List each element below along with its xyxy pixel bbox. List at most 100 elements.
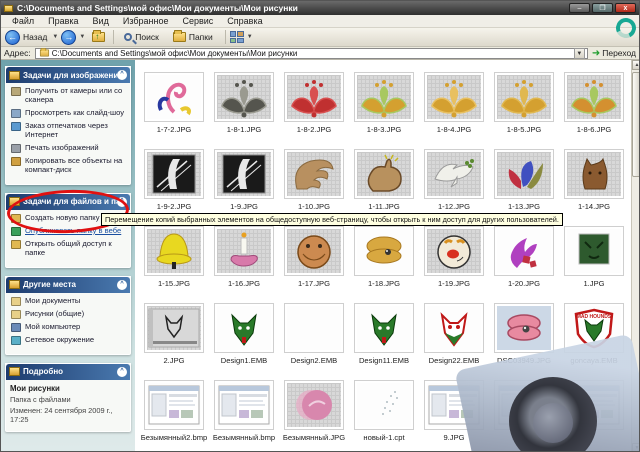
file-thumbnail[interactable]: Безымянный.bmp	[209, 375, 279, 451]
address-input[interactable]: C:\Documents and Settings\мой офис\Мои д…	[34, 47, 588, 59]
thumbnail-image[interactable]	[354, 303, 414, 353]
close-button[interactable]: x	[615, 3, 636, 13]
thumbnail-image[interactable]	[284, 380, 344, 430]
file-thumbnail[interactable]: 1-8-5.JPG	[489, 67, 559, 144]
file-thumbnail[interactable]: Design2.EMB	[279, 298, 349, 375]
thumbnail-image[interactable]	[564, 72, 624, 122]
thumbnail-image[interactable]: MAD HOUNDS	[564, 303, 624, 353]
file-thumbnail[interactable]: MAD HOUNDS goncaya.EMB	[559, 298, 629, 375]
minimize-button[interactable]: –	[569, 3, 590, 13]
thumbnail-image[interactable]	[564, 226, 624, 276]
folders-button[interactable]: Папки	[172, 30, 215, 42]
thumbnail-image[interactable]	[424, 149, 484, 199]
menu-item[interactable]: Файл	[5, 16, 41, 26]
task-item[interactable]: Мой компьютер	[10, 322, 127, 332]
scrollbar-thumb[interactable]	[632, 72, 639, 177]
task-item[interactable]: Заказ отпечатков через Интернет	[10, 121, 127, 140]
thumbnail-image[interactable]	[494, 72, 554, 122]
task-item[interactable]: Печать изображений	[10, 143, 127, 153]
file-thumbnail[interactable]: 1-10.JPG	[279, 144, 349, 221]
file-thumbnail[interactable]: 9.JPG	[419, 375, 489, 451]
task-item[interactable]: Получить от камеры или со сканера	[10, 86, 127, 105]
file-thumbnail[interactable]: Design22.EMB	[419, 298, 489, 375]
forward-dropdown-icon[interactable]: ▼	[79, 34, 85, 40]
panel-header[interactable]: Задачи для изображений ^	[6, 67, 130, 83]
vertical-scrollbar[interactable]: ▲ ▼	[631, 60, 639, 451]
panel-header[interactable]: Задачи для файлов и папок^	[6, 193, 130, 210]
thumbnail-image[interactable]	[284, 303, 344, 353]
file-thumbnail[interactable]	[279, 60, 349, 67]
thumbnail-image[interactable]	[354, 72, 414, 122]
address-dropdown-icon[interactable]: ▼	[573, 47, 585, 59]
file-thumbnail[interactable]: 1-8-6.JPG	[559, 67, 629, 144]
thumbnail-image[interactable]	[144, 226, 204, 276]
file-thumbnail[interactable]: 1-9.JPG	[209, 144, 279, 221]
thumbnail-image[interactable]	[424, 72, 484, 122]
thumbnail-image[interactable]	[424, 303, 484, 353]
file-thumbnail[interactable]	[559, 375, 629, 451]
chevron-up-icon[interactable]: ^	[117, 70, 127, 80]
back-button[interactable]: ← Назад ▼	[5, 29, 61, 45]
thumbnail-image[interactable]	[424, 226, 484, 276]
task-item[interactable]: Опубликовать папку в вебе	[10, 226, 127, 236]
thumbnail-image[interactable]	[144, 380, 204, 430]
file-thumbnail[interactable]: Downloaded Media	[139, 60, 209, 67]
file-thumbnail[interactable]: 1.JPG	[559, 221, 629, 298]
thumbnail-image[interactable]	[214, 303, 274, 353]
chevron-up-icon[interactable]: ^	[117, 366, 127, 377]
file-thumbnail[interactable]: 1-14.JPG	[559, 144, 629, 221]
file-thumbnail[interactable]: 1-20.JPG	[489, 221, 559, 298]
file-thumbnail[interactable]: 2.JPG	[139, 298, 209, 375]
thumbnail-image[interactable]	[284, 226, 344, 276]
forward-button[interactable]: → ▼	[61, 29, 88, 45]
thumbnail-image[interactable]	[354, 380, 414, 430]
file-thumbnail[interactable]: Design11.EMB	[349, 298, 419, 375]
thumbnail-image[interactable]	[214, 72, 274, 122]
thumbnail-image[interactable]	[424, 380, 484, 430]
file-thumbnail[interactable]	[209, 60, 279, 67]
file-thumbnail[interactable]: 1-8-2.JPG	[279, 67, 349, 144]
views-button[interactable]: ▼	[229, 31, 256, 43]
file-thumbnail[interactable]: 1-18.JPG	[349, 221, 419, 298]
panel-header[interactable]: Подробно ^	[6, 363, 130, 380]
file-thumbnail[interactable]: Безымянный.JPG	[279, 375, 349, 451]
menu-item[interactable]: Правка	[41, 16, 85, 26]
thumbnail-image[interactable]	[144, 72, 204, 122]
file-thumbnail[interactable]: 1-8-4.JPG	[419, 67, 489, 144]
thumbnail-image[interactable]	[494, 303, 554, 353]
thumbnail-image[interactable]	[144, 303, 204, 353]
thumbnail-image[interactable]	[354, 149, 414, 199]
thumbnail-image[interactable]	[214, 149, 274, 199]
thumbnail-image[interactable]	[564, 149, 624, 199]
file-thumbnail[interactable]: 1-8-1.JPG	[209, 67, 279, 144]
search-button[interactable]: Поиск	[124, 32, 161, 42]
file-thumbnail[interactable]: Безымянный2.bmp	[139, 375, 209, 451]
thumbnail-image[interactable]	[494, 380, 554, 430]
file-thumbnail[interactable]: 1-15.JPG	[139, 221, 209, 298]
file-thumbnail[interactable]	[489, 60, 559, 67]
menu-item[interactable]: Избранное	[116, 16, 176, 26]
file-thumbnail[interactable]: 1-7-2.JPG	[139, 67, 209, 144]
thumbnail-image[interactable]	[284, 149, 344, 199]
panel-header[interactable]: Другие места ^	[6, 276, 130, 293]
scroll-up-icon[interactable]: ▲	[632, 60, 639, 70]
thumbnail-image[interactable]	[144, 149, 204, 199]
file-thumbnail[interactable]: 10.JPG	[489, 375, 559, 451]
file-thumbnail[interactable]: DSC03949.JPG	[489, 298, 559, 375]
task-item[interactable]: Мои документы	[10, 296, 127, 306]
back-dropdown-icon[interactable]: ▼	[52, 34, 58, 40]
up-button[interactable]: ↑	[92, 30, 106, 42]
go-button[interactable]: ➜ Переход	[592, 48, 636, 59]
file-thumbnail[interactable]: 1-9-2.JPG	[139, 144, 209, 221]
file-thumbnail[interactable]	[349, 60, 419, 67]
task-item[interactable]: Просмотреть как слайд-шоу	[10, 108, 127, 118]
file-thumbnail[interactable]: 1-19.JPG	[419, 221, 489, 298]
file-thumbnail[interactable]: 1-13.JPG	[489, 144, 559, 221]
thumbnail-image[interactable]	[564, 380, 624, 430]
thumbnail-image[interactable]	[494, 149, 554, 199]
task-item[interactable]: Сетевое окружение	[10, 335, 127, 345]
file-thumbnail[interactable]	[419, 60, 489, 67]
file-thumbnail[interactable]: новый-1.cpt	[349, 375, 419, 451]
thumbnail-image[interactable]	[354, 226, 414, 276]
task-item[interactable]: Копировать все объекты на компакт-диск	[10, 156, 127, 175]
